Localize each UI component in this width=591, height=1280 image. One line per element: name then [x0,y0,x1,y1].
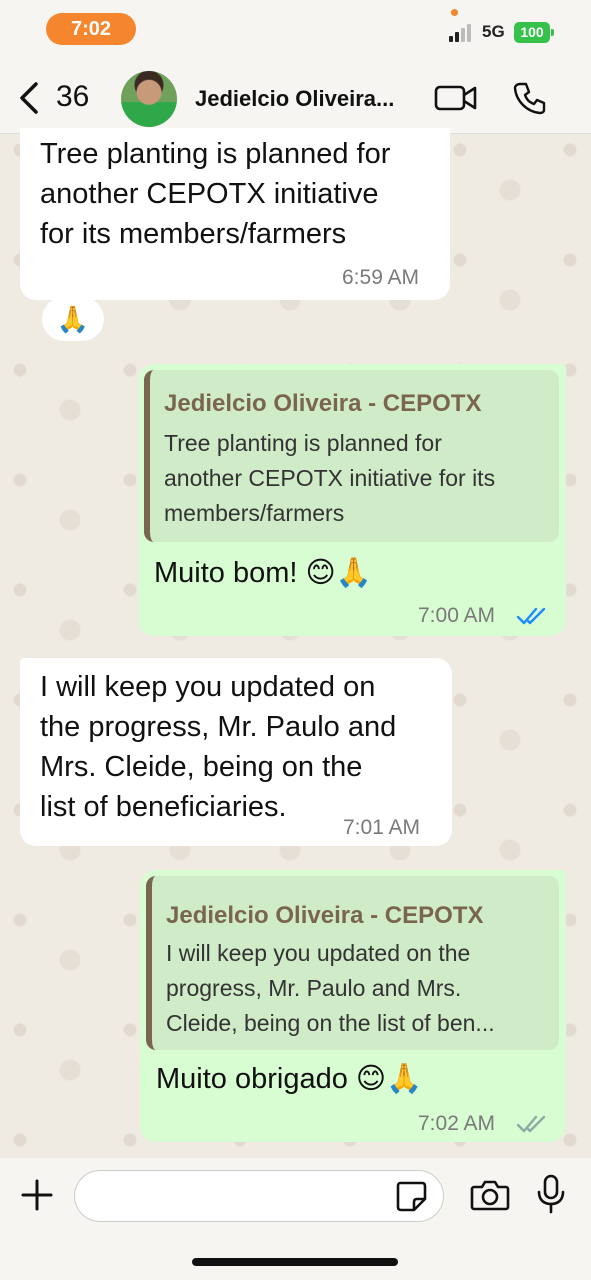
network-type: 5G [482,22,505,41]
quote-text-line: Cleide, being on the list of ben... [166,1010,495,1036]
message-text-line: Tree planting is planned for [40,138,391,170]
contact-avatar[interactable] [121,71,177,127]
message-text-line: I will keep you updated on [40,671,376,703]
battery-tip [551,29,554,36]
sticker-icon[interactable] [394,1179,428,1213]
signal-strength-icon [449,24,475,42]
message-text: Muito bom! 😊🙏 [154,557,372,589]
contact-name[interactable]: Jedielcio Oliveira... [195,86,423,112]
battery-icon: 100 [514,22,550,43]
message-input[interactable] [74,1170,444,1222]
chevron-left-icon [20,82,38,114]
message-composer [0,1158,591,1280]
unread-count: 36 [56,80,90,113]
message-text-line: Mrs. Cleide, being on the [40,751,363,783]
message-timestamp: 7:01 AM [343,816,421,839]
message-timestamp: 6:59 AM [342,266,420,289]
outgoing-message[interactable]: Jedielcio Oliveira - CEPOTX I will keep … [140,870,566,1142]
message-timestamp: 7:02 AM [418,1112,496,1135]
delivered-receipt-icon [516,1115,546,1133]
home-indicator[interactable] [192,1258,398,1266]
message-text-line: for its members/farmers [40,218,347,250]
quote-text-line: I will keep you updated on the [166,940,471,966]
incoming-message[interactable]: Tree planting is planned for another CEP… [20,128,450,300]
chat-header: 36 Jedielcio Oliveira... [0,62,591,134]
video-call-icon[interactable] [434,82,478,114]
status-bar: 7:02 5G 100 [0,0,591,62]
message-text: Muito obrigado 😊🙏 [156,1063,423,1095]
back-button[interactable]: 36 [12,76,102,120]
quote-text-line: members/farmers [164,500,345,526]
quote-author: Jedielcio Oliveira - CEPOTX [164,390,482,417]
phone-call-icon[interactable] [512,80,548,116]
message-timestamp: 7:00 AM [418,604,496,627]
quote-author: Jedielcio Oliveira - CEPOTX [166,902,484,929]
read-receipt-icon [516,607,546,625]
quote-text-line: Tree planting is planned for [164,430,442,456]
status-time: 7:02 [46,13,136,45]
message-text-line: list of beneficiaries. [40,791,287,823]
message-text-line: another CEPOTX initiative [40,178,379,210]
quoted-message[interactable]: Jedielcio Oliveira - CEPOTX I will keep … [146,876,559,1050]
quoted-message[interactable]: Jedielcio Oliveira - CEPOTX Tree plantin… [144,370,559,542]
outgoing-message[interactable]: Jedielcio Oliveira - CEPOTX Tree plantin… [138,364,566,636]
message-reaction[interactable]: 🙏 [42,297,104,341]
plus-icon[interactable] [20,1178,54,1212]
privacy-indicator-icon [451,9,458,16]
message-text-line: the progress, Mr. Paulo and [40,711,397,743]
microphone-icon[interactable] [536,1174,566,1214]
camera-icon[interactable] [470,1178,510,1212]
incoming-message[interactable]: I will keep you updated on the progress,… [20,658,452,846]
quote-text-line: another CEPOTX initiative for its [164,465,496,491]
quote-text-line: progress, Mr. Paulo and Mrs. [166,975,462,1001]
